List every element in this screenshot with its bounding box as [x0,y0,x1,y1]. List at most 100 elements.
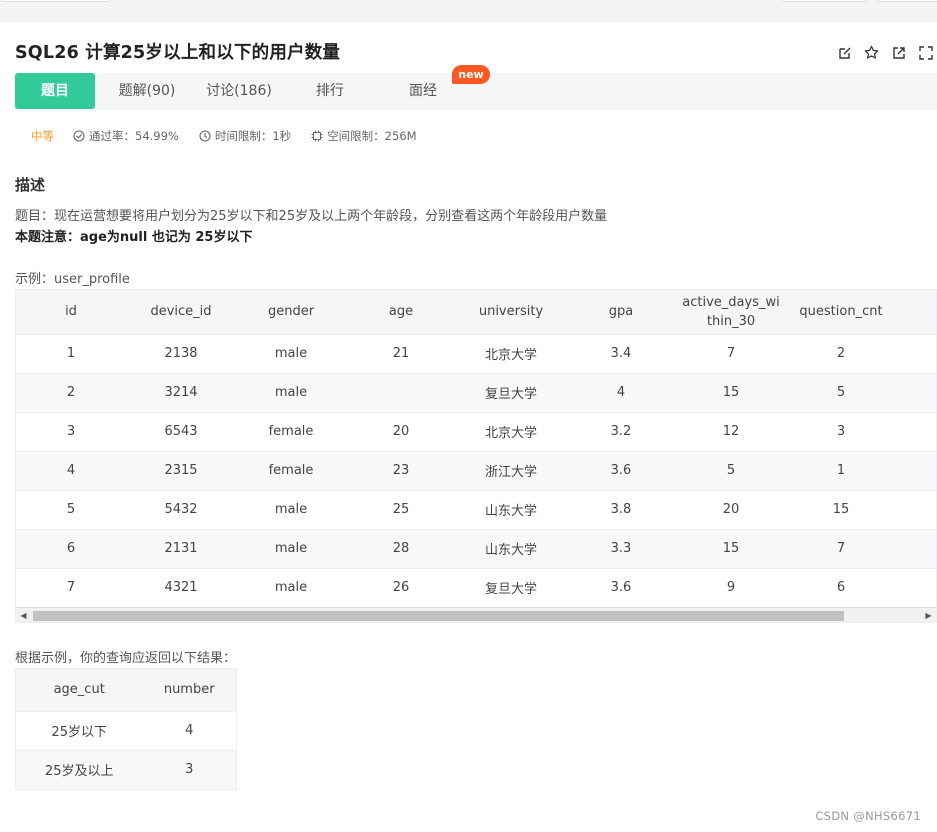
table-cell: 2138 [126,333,236,373]
table-cell: 4321 [126,567,236,607]
fullscreen-icon[interactable] [916,43,935,62]
table-cell: 3.3 [566,528,676,568]
table-cell: 21 [346,333,456,373]
table-cell: 复旦大学 [456,372,566,412]
time-limit-text: 时间限制：1秒 [214,129,292,143]
table-cell: 20 [346,411,456,451]
column-header: gender [236,290,346,334]
column-header: question_cnt [786,290,896,334]
table-row: 2 3214 male 复旦大学 4 15 5 [16,372,936,412]
example-label: 示例：user_profile [15,272,130,287]
column-header: age_cut [16,669,143,711]
result-label: 根据示例，你的查询应返回以下结果： [15,651,237,666]
example-table-container: id device_id gender age university gpa active_… [15,289,937,623]
table-cell: 5 [16,489,126,529]
description-text: 题目：现在运营想要将用户划分为25岁以下和25岁及以上两个年龄段，分别查看这两个… [15,209,608,224]
table-cell: 3 [16,411,126,451]
column-header: device_id [126,290,236,334]
edit-icon[interactable] [835,43,854,62]
share-icon[interactable] [889,43,908,62]
tab-ranking[interactable]: 排行 [310,73,350,109]
top-button[interactable] [782,0,867,2]
tab-interview[interactable]: 面经 [403,73,443,109]
table-cell: 2 [786,333,896,373]
table-cell: 北京大学 [456,333,566,373]
space-limit: 空间限制：256M [311,128,417,144]
table-cell: 2 [16,372,126,412]
column-header: id [16,290,126,334]
table-cell: 3 [786,411,896,451]
table-cell: 15 [786,489,896,529]
time-limit: 时间限制：1秒 [199,128,291,144]
table-cell: 复旦大学 [456,567,566,607]
check-circle-icon [73,130,85,142]
tab-problem[interactable]: 题目 [15,73,95,109]
table-cell: 北京大学 [456,411,566,451]
table-header-row: id device_id gender age university gpa active_… [16,290,936,334]
table-cell [896,372,936,412]
tab-discussion[interactable]: 讨论(186) [201,73,277,109]
table-cell: 25 [346,489,456,529]
scrollbar-thumb[interactable] [33,611,844,621]
table-cell: 3.4 [566,333,676,373]
table-cell: 20 [676,489,786,529]
watermark: CSDN @NHS6671 [815,809,921,823]
table-cell: 7 [786,528,896,568]
pass-rate-text: 通过率：54.99% [89,129,179,143]
table-cell: 6 [16,528,126,568]
table-cell: 15 [676,528,786,568]
example-table: id device_id gender age university gpa active_… [16,290,936,607]
table-row: 7 4321 male 26 复旦大学 3.6 9 6 [16,567,936,607]
table-cell: 3.8 [566,489,676,529]
table-cell [896,411,936,451]
table-cell: 12 [676,411,786,451]
scroll-left-icon[interactable]: ◀ [16,608,31,622]
table-cell: 5 [786,372,896,412]
chip-icon [311,130,323,142]
table-row: 25岁及以上 3 [16,749,236,789]
tab-solutions[interactable]: 题解(90) [110,73,184,109]
column-header: active_days_within_30 [676,290,786,334]
table-cell: 25岁以下 [16,710,143,750]
top-button[interactable] [0,0,110,2]
description-heading: 描述 [15,176,46,194]
table-cell [896,567,936,607]
horizontal-scrollbar[interactable]: ◀ ▶ [16,607,936,622]
pass-rate: 通过率：54.99% [73,128,179,144]
scroll-right-icon[interactable]: ▶ [921,608,936,622]
table-cell: 1 [786,450,896,490]
table-cell: 15 [676,372,786,412]
column-header: a [896,290,936,334]
table-cell: 5 [676,450,786,490]
table-row: 25岁以下 4 [16,710,236,750]
table-cell: male [236,489,346,529]
table-cell: 浙江大学 [456,450,566,490]
table-header-row: age_cut number [16,669,236,711]
result-table: age_cut number 25岁以下 4 25岁及以上 3 [16,669,236,789]
table-row: 6 2131 male 28 山东大学 3.3 15 7 [16,528,936,568]
table-cell: male [236,567,346,607]
column-header: number [142,669,236,711]
table-cell: 7 [16,567,126,607]
table-cell [896,489,936,529]
table-cell: 23 [346,450,456,490]
column-header: gpa [566,290,676,334]
table-cell: 28 [346,528,456,568]
clock-icon [199,130,211,142]
table-row: 3 6543 female 20 北京大学 3.2 12 3 [16,411,936,451]
table-cell: 4 [16,450,126,490]
column-header: university [456,290,566,334]
table-cell: 6 [786,567,896,607]
top-button[interactable] [877,0,937,2]
table-cell: 2131 [126,528,236,568]
table-cell: 山东大学 [456,489,566,529]
new-badge: new [452,65,490,84]
space-limit-text: 空间限制：256M [327,129,417,143]
table-row: 4 2315 female 23 浙江大学 3.6 5 1 [16,450,936,490]
table-cell: 4 [566,372,676,412]
star-icon[interactable] [862,43,881,62]
difficulty-badge: 中等 [31,129,54,143]
table-cell: male [236,333,346,373]
table-cell: male [236,372,346,412]
result-table-container: age_cut number 25岁以下 4 25岁及以上 3 [15,668,237,790]
